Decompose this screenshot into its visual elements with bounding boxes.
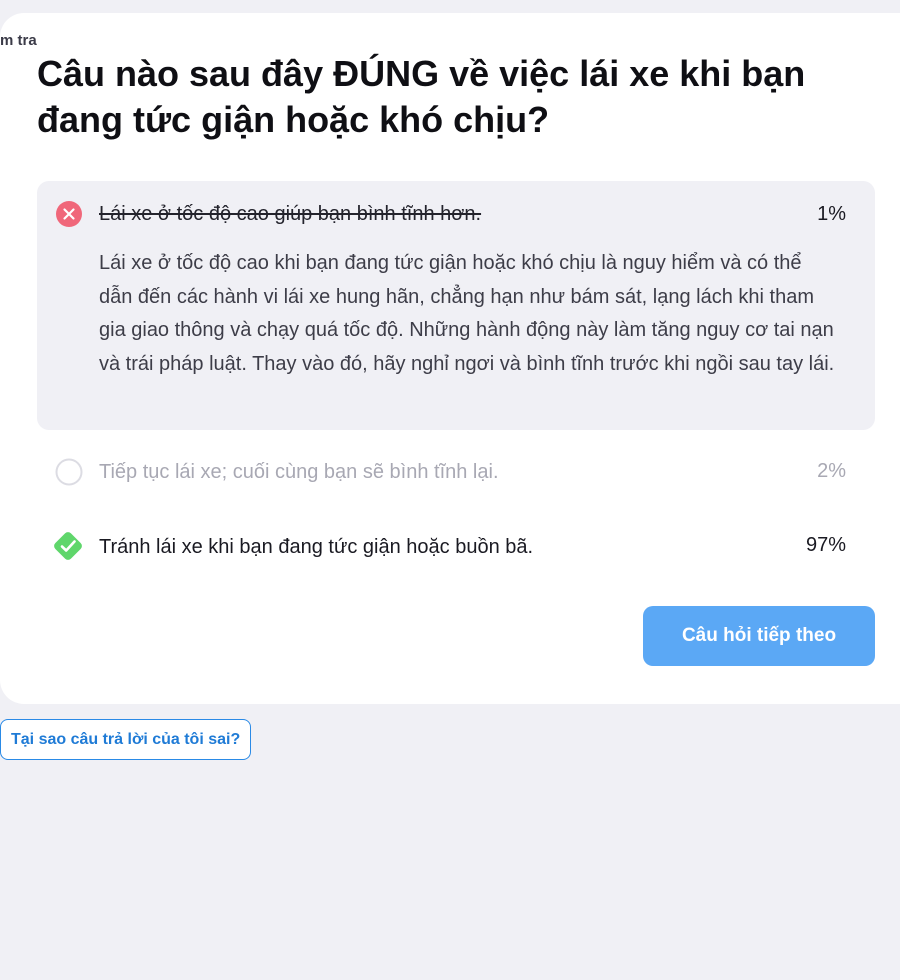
answer-option-3-text: Tránh lái xe khi bạn đang tức giận hoặc …: [99, 536, 534, 558]
answer-option-3-percent: 97%: [805, 534, 846, 556]
answer-option-1-text: Lái xe ở tốc độ cao giúp bạn bình tĩnh h…: [99, 203, 482, 225]
corner-label: m tra: [0, 32, 37, 49]
answer-option-2-percent: 2%: [817, 460, 846, 482]
close-circle-icon: [55, 200, 83, 228]
empty-circle-icon: [55, 458, 83, 486]
answer-option-1-percent: 1%: [817, 203, 846, 225]
answer-option-2-text: Tiếp tục lái xe; cuối cùng bạn sẽ bình t…: [99, 461, 499, 483]
next-question-button[interactable]: Câu hỏi tiếp theo: [643, 606, 875, 666]
why-wrong-button[interactable]: Tại sao câu trả lời của tôi sai?: [0, 719, 252, 760]
check-diamond-icon: [50, 528, 86, 564]
question-title: Câu nào sau đây ĐÚNG về việc lái xe khi …: [37, 53, 806, 140]
answer-explanation: Lái xe ở tốc độ cao khi bạn đang tức giậ…: [99, 252, 835, 375]
